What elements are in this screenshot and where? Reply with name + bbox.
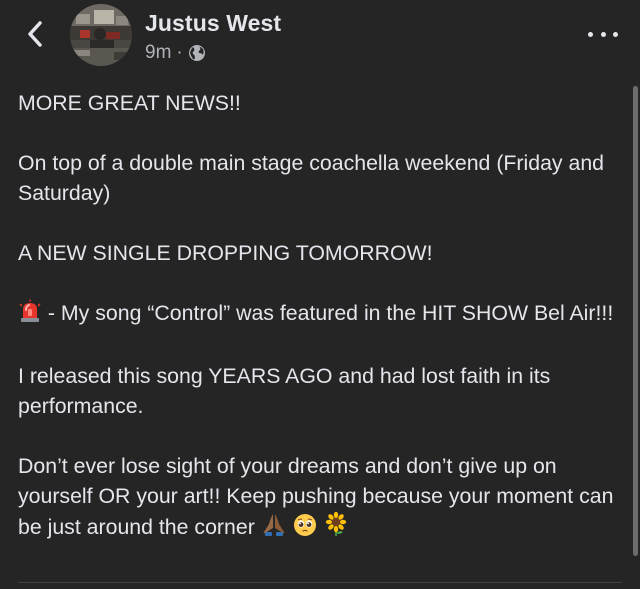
post-paragraph: Don’t ever lose sight of your dreams and… xyxy=(18,451,624,545)
post-timestamp[interactable]: 9m xyxy=(145,42,171,64)
scrollbar[interactable] xyxy=(633,86,638,556)
chevron-left-icon xyxy=(28,21,42,47)
avatar-photo xyxy=(70,4,132,66)
post-text: MORE GREAT NEWS!! On top of a double mai… xyxy=(18,88,624,545)
post-header: Justus West 9m · xyxy=(0,0,640,80)
sunflower-emoji xyxy=(323,511,349,545)
folded-hands-emoji xyxy=(261,511,287,545)
more-dots-icon xyxy=(588,31,593,37)
post-paragraph: On top of a double main stage coachella … xyxy=(18,151,605,205)
post-paragraph: I released this song YEARS AGO and had l… xyxy=(18,364,551,418)
meta-separator: · xyxy=(176,42,183,63)
avatar[interactable] xyxy=(70,4,132,66)
siren-emoji xyxy=(18,299,42,331)
pleading-face-emoji xyxy=(293,513,317,545)
post-paragraph-text: - My song “Control” was featured in the … xyxy=(42,301,614,325)
post-meta: 9m · xyxy=(145,42,206,64)
post-paragraph: A NEW SINGLE DROPPING TOMORROW! xyxy=(18,241,433,265)
author-name[interactable]: Justus West xyxy=(145,10,281,37)
more-options-button[interactable] xyxy=(588,24,618,44)
globe-icon xyxy=(188,45,205,61)
post-paragraph: MORE GREAT NEWS!! xyxy=(18,91,241,115)
back-button[interactable] xyxy=(22,18,48,50)
post-paragraph: - My song “Control” was featured in the … xyxy=(18,298,624,331)
post-divider xyxy=(18,582,622,583)
